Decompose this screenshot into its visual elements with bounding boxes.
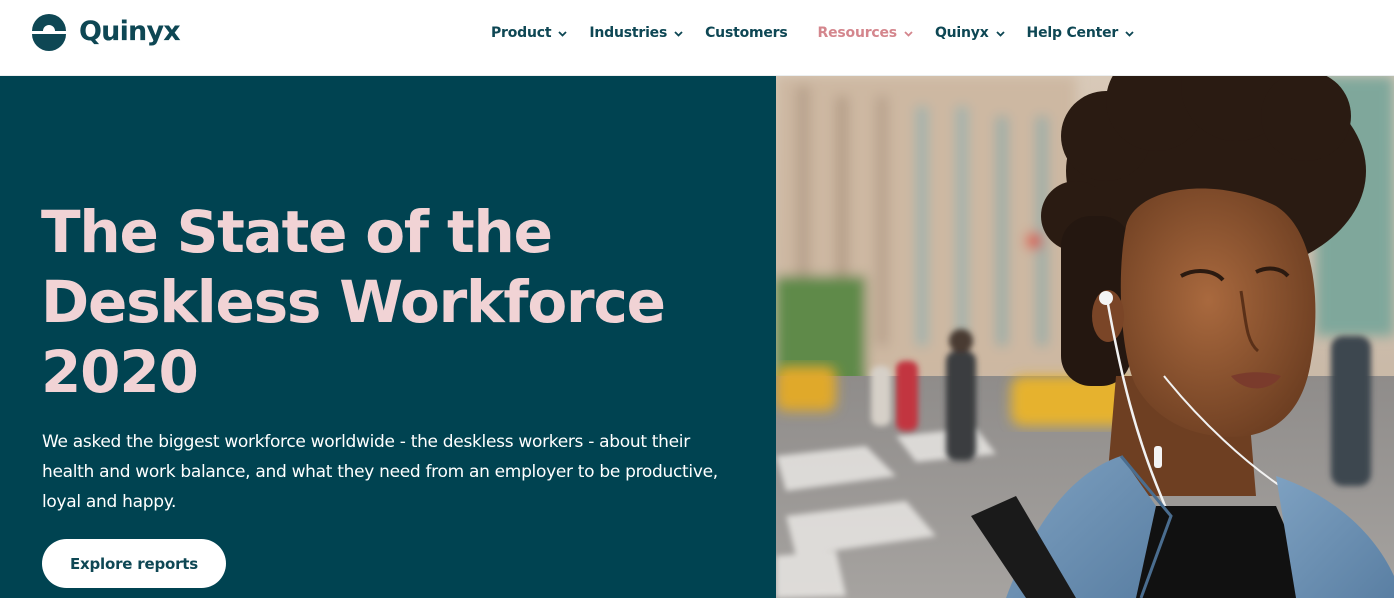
- nav-item-label: Product: [491, 25, 552, 41]
- nav-item-label: Help Center: [1026, 25, 1119, 41]
- nav-item-help-center[interactable]: Help Center: [1027, 25, 1135, 41]
- chevron-down-icon: [1125, 30, 1134, 37]
- nav-item-quinyx[interactable]: Quinyx: [935, 25, 1005, 41]
- nav-item-industries[interactable]: Industries: [589, 25, 683, 41]
- nav-item-resources[interactable]: Resources: [818, 25, 913, 41]
- hero-title: The State of the Deskless Workforce 2020: [41, 197, 741, 407]
- nav-item-label: Resources: [817, 25, 898, 41]
- nav-item-label: Customers: [705, 25, 788, 41]
- nav-item-product[interactable]: Product: [491, 25, 568, 41]
- main-nav: Product Industries Customers Resources Q…: [491, 22, 1134, 44]
- hero-section: The State of the Deskless Workforce 2020…: [0, 76, 776, 598]
- explore-reports-button[interactable]: Explore reports: [42, 539, 226, 588]
- chevron-down-icon: [904, 30, 913, 37]
- site-header: Quinyx Product Industries Customers Reso…: [0, 0, 1394, 76]
- chevron-down-icon: [995, 30, 1005, 37]
- photo-woman-with-earphones-icon: [776, 76, 1394, 598]
- chevron-down-icon: [558, 30, 568, 37]
- hero-title-line: Deskless Workforce: [41, 268, 666, 336]
- hero-title-line: 2020: [41, 338, 199, 406]
- quinyx-logo-icon: [32, 14, 66, 51]
- nav-item-label: Industries: [589, 25, 668, 41]
- logo-wordmark: Quinyx: [79, 15, 181, 47]
- hero-title-line: The State of the: [41, 198, 553, 266]
- nav-item-label: Quinyx: [934, 25, 989, 41]
- quinyx-logo[interactable]: Quinyx: [28, 10, 181, 52]
- nav-item-customers[interactable]: Customers: [705, 25, 788, 41]
- hero-description: We asked the biggest workforce worldwide…: [42, 432, 718, 512]
- hero-image: [776, 76, 1394, 598]
- chevron-down-icon: [674, 30, 683, 37]
